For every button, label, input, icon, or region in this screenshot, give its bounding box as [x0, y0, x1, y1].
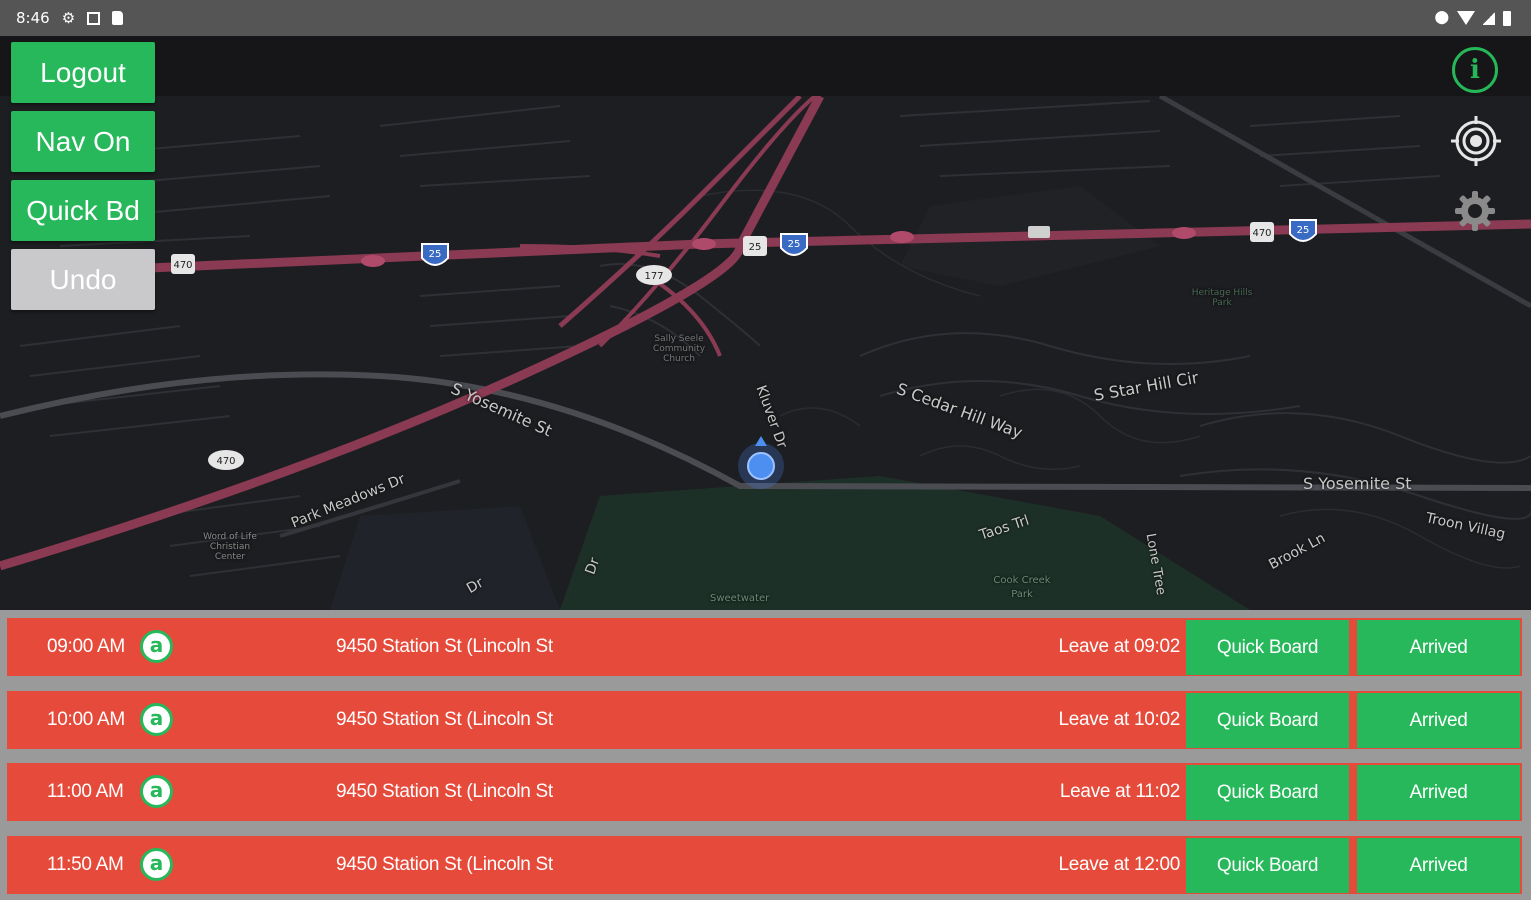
trip-address: 9450 Station St (Lincoln St	[336, 781, 553, 802]
trip-leave-time: Leave at 09:02	[1058, 636, 1180, 657]
settings-icon	[1455, 191, 1495, 231]
trip-address: 9450 Station St (Lincoln St	[336, 854, 553, 875]
trip-time: 09:00 AM	[47, 636, 125, 657]
poi-label: Sally Seele Community Church	[652, 334, 706, 364]
settings-button[interactable]	[1453, 189, 1497, 233]
trip-row[interactable]: 09:00 AM a 9450 Station St (Lincoln St L…	[7, 618, 1522, 676]
arrived-button[interactable]: Arrived	[1357, 693, 1520, 748]
svg-text:177: 177	[644, 271, 663, 282]
nav-toggle-button[interactable]: Nav On	[11, 111, 155, 172]
quick-board-side-button[interactable]: Quick Bd	[11, 180, 155, 241]
poi-label: Heritage Hills Park	[1191, 288, 1253, 308]
quick-board-button[interactable]: Quick Board	[1186, 765, 1349, 820]
undo-button[interactable]: Undo	[11, 249, 155, 310]
status-bar: 8:46 ⚙ ⬤	[0, 0, 1531, 36]
locate-button[interactable]	[1451, 116, 1501, 166]
info-icon: i	[1470, 55, 1480, 85]
trip-badge: a	[140, 630, 173, 663]
quick-board-button[interactable]: Quick Board	[1186, 838, 1349, 893]
heading-arrow-icon	[755, 436, 767, 446]
logout-button[interactable]: Logout	[11, 42, 155, 103]
svg-text:25: 25	[749, 242, 762, 253]
trip-row[interactable]: 11:00 AM a 9450 Station St (Lincoln St L…	[7, 763, 1522, 821]
wifi-icon	[1457, 11, 1475, 25]
svg-text:470: 470	[1252, 228, 1271, 239]
clock: 8:46	[16, 9, 50, 27]
trip-row[interactable]: 10:00 AM a 9450 Station St (Lincoln St L…	[7, 691, 1522, 749]
clipboard-icon	[112, 11, 124, 25]
map-view[interactable]: 470 25 177 25 25 470 25 470 S Yosemite S…	[0, 96, 1531, 610]
locate-icon	[1451, 116, 1501, 166]
trip-badge: a	[140, 848, 173, 881]
svg-text:25: 25	[788, 239, 801, 250]
arrived-button[interactable]: Arrived	[1357, 838, 1520, 893]
svg-text:25: 25	[1297, 225, 1310, 236]
trip-time: 11:00 AM	[47, 781, 124, 802]
trip-leave-time: Leave at 10:02	[1058, 709, 1180, 730]
trip-leave-time: Leave at 11:02	[1059, 781, 1180, 802]
trip-row[interactable]: 11:50 AM a 9450 Station St (Lincoln St L…	[7, 836, 1522, 894]
arrived-button[interactable]: Arrived	[1357, 765, 1520, 820]
quick-board-button[interactable]: Quick Board	[1186, 693, 1349, 748]
current-location-marker	[738, 443, 784, 489]
svg-text:470: 470	[216, 456, 235, 467]
poi-label: Cook Creek Park	[993, 575, 1051, 600]
trip-time: 10:00 AM	[47, 709, 125, 730]
trip-leave-time: Leave at 12:00	[1058, 854, 1180, 875]
app-root: 8:46 ⚙ ⬤ 470 25 177 25 25 470 25 470 S Y…	[0, 0, 1531, 900]
trip-badge: a	[140, 775, 173, 808]
trip-address: 9450 Station St (Lincoln St	[336, 636, 553, 657]
trip-badge: a	[140, 703, 173, 736]
location-icon: ⬤	[1434, 10, 1449, 25]
settings-icon: ⚙	[61, 9, 76, 27]
street-label: S Yosemite St	[1303, 474, 1412, 493]
trip-address: 9450 Station St (Lincoln St	[336, 709, 553, 730]
trip-list: 09:00 AM a 9450 Station St (Lincoln St L…	[0, 610, 1531, 900]
poi-label: Word of Life Christian Center	[203, 532, 257, 562]
trip-time: 11:50 AM	[47, 854, 124, 875]
shield-470-a: 470	[173, 260, 192, 271]
info-button[interactable]: i	[1452, 47, 1498, 93]
poi-label: Sweetwater	[710, 593, 770, 604]
top-bar	[0, 36, 1531, 96]
quick-board-button[interactable]: Quick Board	[1186, 620, 1349, 675]
svg-text:25: 25	[429, 249, 442, 260]
square-icon	[87, 11, 101, 25]
signal-icon	[1483, 11, 1495, 25]
battery-icon	[1503, 10, 1511, 26]
arrived-button[interactable]: Arrived	[1357, 620, 1520, 675]
